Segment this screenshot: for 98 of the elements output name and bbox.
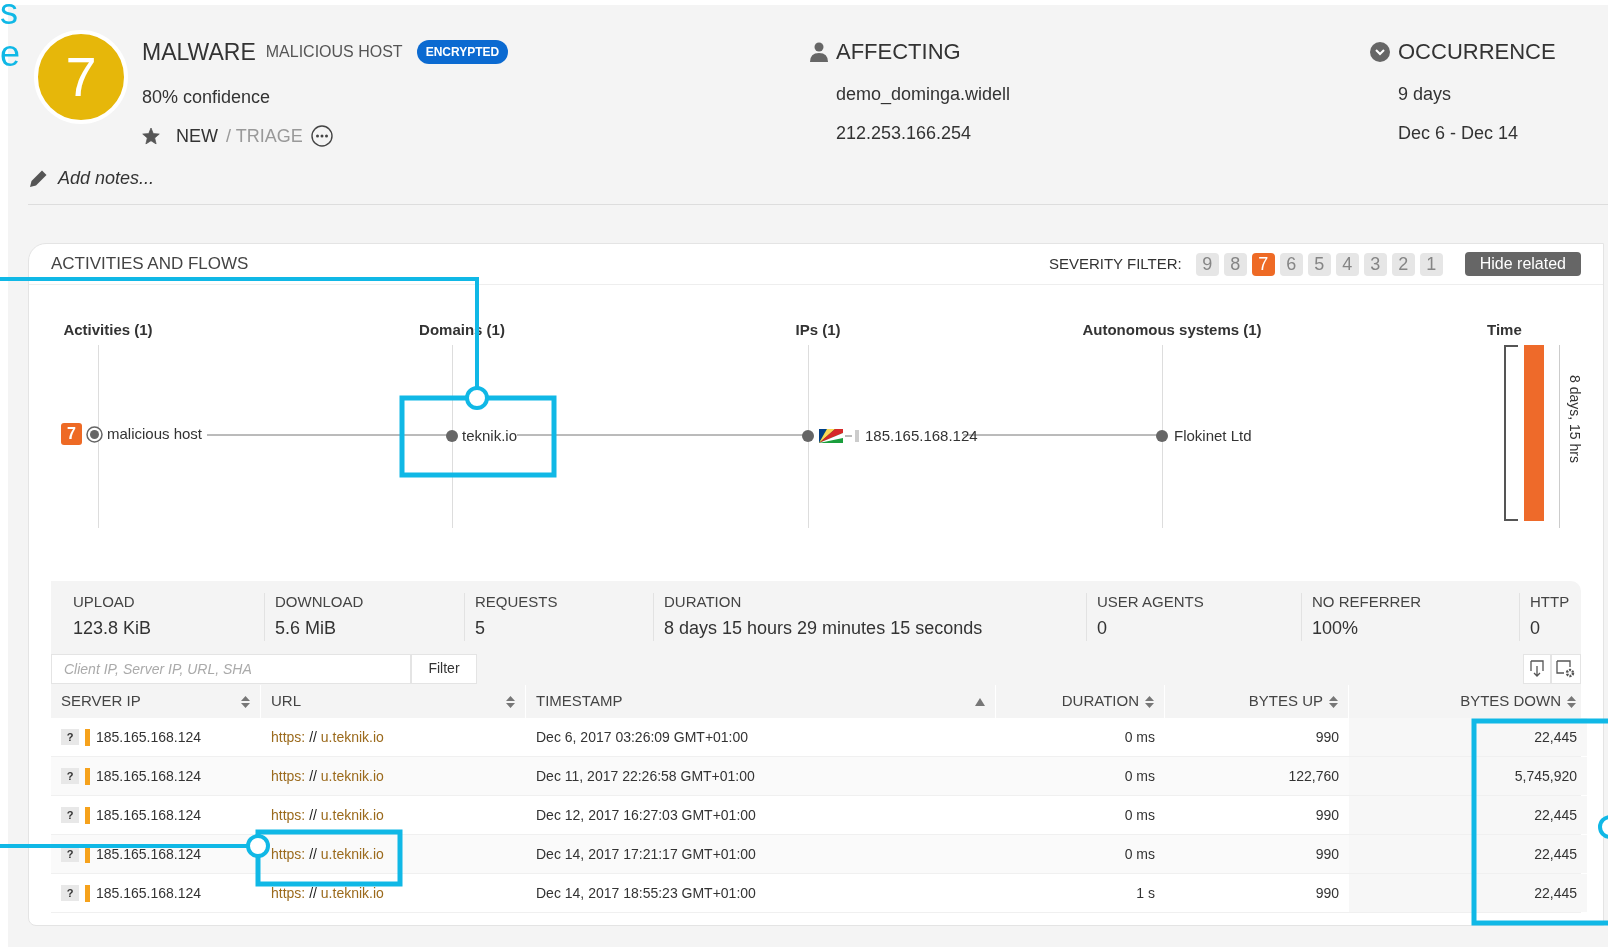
chevron-circle-icon: [1370, 41, 1390, 62]
stat-value: 5: [475, 617, 486, 641]
status-text: NEW: [176, 124, 218, 148]
table-cell-text: 990: [1315, 883, 1339, 903]
table-cell-text: 122,760: [1288, 766, 1339, 786]
table-cell-text: 0 ms: [1124, 727, 1155, 747]
table-cell-text: 185.165.168.124: [96, 805, 202, 825]
table-cell-text: 0 ms: [1124, 805, 1155, 825]
stat-value: 123.8 KiB: [73, 617, 153, 641]
annotation-text: e: [0, 34, 21, 74]
annotation-text: s: [0, 0, 19, 32]
unknown-badge: ?: [61, 807, 79, 823]
column-settings-button[interactable]: [1551, 653, 1581, 684]
stat-value: 5.6 MiB: [275, 617, 338, 641]
user-icon: [810, 41, 828, 62]
connector-stub-icon: [845, 429, 861, 444]
table-cell-text: 0 ms: [1124, 844, 1155, 864]
encrypted-tag: ENCRYPTED: [416, 40, 509, 65]
graph-column-heading: Activities (1): [63, 320, 153, 340]
stat-value: 8 days 15 hours 29 minutes 15 seconds: [664, 617, 984, 641]
activity-node-label: malicious host: [107, 424, 203, 444]
pencil-icon: [30, 169, 48, 187]
table-cell-text: Dec 6, 2017 03:26:09 GMT+01:00: [536, 727, 749, 747]
node-dot-icon: [802, 430, 814, 443]
settings-icon: [1556, 659, 1576, 678]
occurrence-duration: 9 days: [1398, 83, 1453, 106]
severity-bar-icon: [85, 806, 90, 824]
occurrence-range: Dec 6 - Dec 14: [1398, 122, 1520, 145]
callout-pin-icon: [465, 386, 489, 410]
severity-bar-icon: [85, 884, 90, 902]
affecting-title: AFFECTING: [836, 38, 961, 66]
table-cell-text: Dec 14, 2017 18:55:23 GMT+01:00: [536, 883, 756, 903]
table-cell-text: 1 s: [1136, 883, 1155, 903]
table-cell-text: 990: [1315, 844, 1339, 864]
confidence-text: 80% confidence: [142, 85, 272, 109]
affected-user: demo_dominga.widell: [836, 83, 1012, 107]
table-cell-text: 5,745,920: [1514, 766, 1577, 786]
graph-column-heading: Autonomous systems (1): [1082, 320, 1262, 340]
filter-button[interactable]: Filter: [411, 653, 477, 684]
graph-column-heading: Time: [1487, 320, 1522, 340]
stat-label: DURATION: [664, 591, 743, 612]
table-cell-text: 0 ms: [1124, 766, 1155, 786]
panel-title: ACTIVITIES AND FLOWS: [51, 253, 249, 276]
url-link[interactable]: https: // u.teknik.io: [271, 804, 384, 826]
table-cell-text: 185.165.168.124: [96, 883, 202, 903]
node-dot-icon: [446, 430, 458, 443]
asn-node-label: Flokinet Ltd: [1174, 426, 1252, 446]
occurrence-title: OCCURRENCE: [1398, 38, 1556, 66]
download-icon: [1530, 659, 1544, 678]
url-link[interactable]: https: // u.teknik.io: [271, 765, 384, 787]
add-notes-field[interactable]: Add notes...: [58, 164, 155, 192]
node-dot-icon: [1156, 430, 1168, 443]
severity-bar-icon: [85, 767, 90, 785]
severity-bar-icon: [85, 728, 90, 746]
table-cell-text: 22,445: [1534, 883, 1577, 903]
severity-filter-label: SEVERITY FILTER:: [1048, 253, 1182, 274]
time-span-label: 8 days, 15 hrs: [1566, 375, 1584, 463]
stat-label: HTTP: [1530, 591, 1571, 612]
ip-node-label: 185.165.168.124: [865, 426, 978, 446]
stat-value: 0: [1530, 617, 1541, 641]
severity-badge: 7: [61, 423, 82, 446]
table-cell-text: Dec 14, 2017 17:21:17 GMT+01:00: [536, 844, 756, 864]
stat-label: REQUESTS: [475, 591, 559, 612]
alert-type: MALICIOUS HOST: [265, 42, 403, 63]
table-cell-text: 185.165.168.124: [96, 727, 202, 747]
table-cell-text: 22,445: [1534, 727, 1577, 747]
table-cell-text: Dec 12, 2017 16:27:03 GMT+01:00: [536, 805, 756, 825]
severity-bar-icon: [85, 845, 90, 863]
table-cell-text: Dec 11, 2017 22:26:58 GMT+01:00: [536, 766, 755, 786]
star-icon[interactable]: [142, 127, 160, 145]
severity-score-badge: 7: [34, 30, 128, 124]
alert-category: MALWARE: [142, 38, 256, 67]
table-cell-text: 185.165.168.124: [96, 844, 202, 864]
url-link[interactable]: https: // u.teknik.io: [271, 726, 384, 748]
target-node-icon: [86, 425, 103, 443]
download-button[interactable]: [1523, 653, 1551, 684]
affected-ip: 212.253.166.254: [836, 122, 973, 145]
stat-label: NO REFERRER: [1312, 591, 1423, 612]
hide-related-button[interactable]: Hide related: [1464, 252, 1581, 276]
flag-icon: [819, 429, 843, 444]
table-cell-text: 990: [1315, 727, 1339, 747]
filter-input-field[interactable]: Client IP, Server IP, URL, SHA: [51, 653, 411, 684]
stat-value: 100%: [1312, 617, 1360, 641]
stat-label: USER AGENTS: [1097, 591, 1205, 612]
url-link[interactable]: https: // u.teknik.io: [271, 843, 384, 865]
unknown-badge: ?: [61, 768, 79, 784]
url-link[interactable]: https: // u.teknik.io: [271, 882, 384, 904]
stat-label: UPLOAD: [73, 591, 136, 612]
graph-column-heading: IPs (1): [795, 320, 841, 340]
table-cell-text: 990: [1315, 805, 1339, 825]
stat-label: DOWNLOAD: [275, 591, 365, 612]
unknown-badge: ?: [61, 885, 79, 901]
table-cell-text: 22,445: [1534, 844, 1577, 864]
more-options-icon[interactable]: [310, 125, 333, 147]
table-cell-text: 22,445: [1534, 805, 1577, 825]
stat-value: 0: [1097, 617, 1108, 641]
table-cell-text: 185.165.168.124: [96, 766, 202, 786]
unknown-badge: ?: [61, 729, 79, 745]
